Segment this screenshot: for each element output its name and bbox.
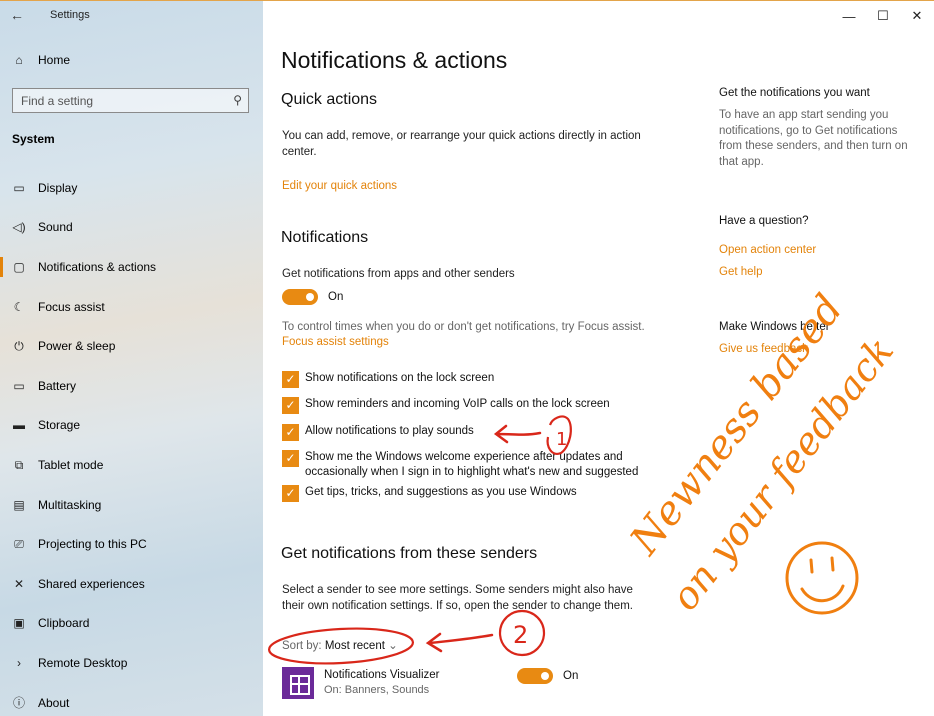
annotation-overlay: 1 2 Newness based on your feedback	[267, 286, 902, 665]
sort-highlight-ellipse	[267, 627, 415, 665]
arrow-2	[425, 632, 494, 653]
arrow-1	[493, 424, 542, 444]
mark-1: 1	[556, 429, 567, 450]
smiley-face-icon	[785, 541, 859, 615]
settings-window: ← Settings ⌂ Home Find a setting ⚲ Syste…	[0, 0, 934, 716]
mark-2: 2	[513, 621, 528, 649]
